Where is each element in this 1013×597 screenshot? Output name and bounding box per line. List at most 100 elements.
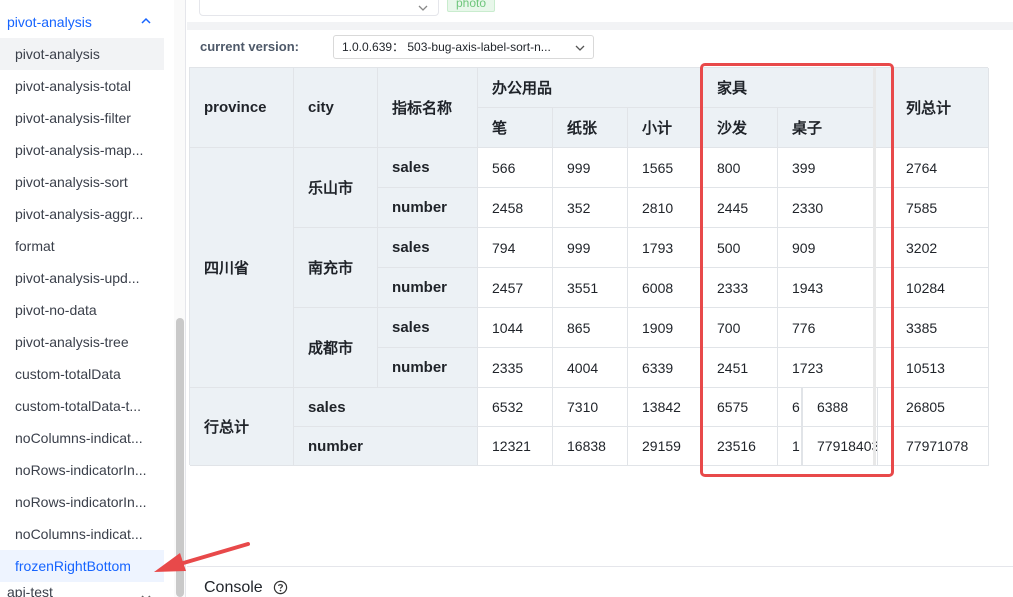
table-cell[interactable]: 999 [553, 148, 628, 188]
app-root: pivot-analysis pivot-analysis pivot-anal… [0, 0, 1013, 597]
sidebar-item-pivot-analysis-total[interactable]: pivot-analysis-total [0, 70, 164, 102]
table-total-cell[interactable]: 6532 [478, 388, 553, 427]
frozen-gap-cell [876, 348, 892, 388]
sidebar-item-norows-indicatorin-1[interactable]: noRows-indicatorIn... [0, 454, 164, 486]
sidebar-group-api-test[interactable]: api-test [0, 584, 164, 597]
header-paper[interactable]: 纸张 [553, 108, 628, 148]
row-header-province[interactable]: 四川省 [190, 148, 294, 388]
sidebar-item-custom-totaldata[interactable]: custom-totalData [0, 358, 164, 390]
sidebar-item-label: pivot-analysis-map... [15, 142, 144, 158]
table-cell[interactable]: 2764 [892, 148, 989, 188]
sidebar-item-pivot-analysis-map[interactable]: pivot-analysis-map... [0, 134, 164, 166]
header-grand-total[interactable]: 列总计 [892, 68, 989, 148]
table-cell[interactable]: 6008 [628, 268, 703, 308]
table-total-cell[interactable]: 6388 [802, 388, 878, 427]
row-header-total-indicator[interactable]: number [294, 427, 478, 466]
header-sofa[interactable]: 沙发 [703, 108, 778, 148]
sidebar-group-pivot-analysis[interactable]: pivot-analysis [0, 6, 164, 38]
row-header-indicator[interactable]: sales [378, 228, 478, 268]
table-cell[interactable]: 6339 [628, 348, 703, 388]
top-select[interactable] [199, 0, 439, 16]
table-total-cell[interactable]: 12321 [478, 427, 553, 466]
table-total-cell[interactable]: 13842 [628, 388, 703, 427]
table-cell[interactable]: 2457 [478, 268, 553, 308]
help-circle-icon[interactable] [273, 580, 288, 595]
table-cell[interactable]: 700 [703, 308, 778, 348]
header-city[interactable]: city [294, 68, 378, 148]
sidebar-item-custom-totaldata-t[interactable]: custom-totalData-t... [0, 390, 164, 422]
table-total-cell[interactable]: 77918403 [802, 427, 878, 466]
header-furniture[interactable]: 家具 [703, 68, 876, 108]
table-cell[interactable]: 1909 [628, 308, 703, 348]
row-header-indicator[interactable]: sales [378, 308, 478, 348]
sidebar-item-pivot-analysis-aggr[interactable]: pivot-analysis-aggr... [0, 198, 164, 230]
row-header-row-total[interactable]: 行总计 [190, 388, 294, 466]
table-cell[interactable]: 1943 [778, 268, 876, 308]
table-total-cell[interactable]: 23516 [703, 427, 778, 466]
header-province[interactable]: province [190, 68, 294, 148]
header-pen[interactable]: 笔 [478, 108, 553, 148]
table-cell[interactable]: 1565 [628, 148, 703, 188]
sidebar-item-format[interactable]: format [0, 230, 164, 262]
table-total-cell[interactable]: 7310 [553, 388, 628, 427]
table-cell[interactable]: 2333 [703, 268, 778, 308]
table-total-cell[interactable]: 6575 [703, 388, 778, 427]
table-cell[interactable]: 4004 [553, 348, 628, 388]
table-cell[interactable]: 3385 [892, 308, 989, 348]
table-cell[interactable]: 2810 [628, 188, 703, 228]
table-cell[interactable]: 3551 [553, 268, 628, 308]
header-subtotal[interactable]: 小计 [628, 108, 703, 148]
table-cell[interactable]: 10513 [892, 348, 989, 388]
table-cell[interactable]: 909 [778, 228, 876, 268]
table-cell[interactable]: 1044 [478, 308, 553, 348]
table-cell[interactable]: 800 [703, 148, 778, 188]
table-cell[interactable]: 794 [478, 228, 553, 268]
table-total-cell[interactable]: 26805 [892, 388, 989, 427]
sidebar-item-nocolumns-indicat-2[interactable]: noColumns-indicat... [0, 518, 164, 550]
table-total-cell[interactable]: 29159 [628, 427, 703, 466]
table-total-cell[interactable]: 6 [778, 388, 802, 427]
sidebar-item-norows-indicatorin-2[interactable]: noRows-indicatorIn... [0, 486, 164, 518]
sidebar-item-label: pivot-analysis-tree [15, 334, 129, 350]
table-total-cell[interactable]: 77971078 [892, 427, 989, 466]
table-cell[interactable]: 352 [553, 188, 628, 228]
table-cell[interactable]: 2335 [478, 348, 553, 388]
sidebar-item-nocolumns-indicat-1[interactable]: noColumns-indicat... [0, 422, 164, 454]
table-cell[interactable]: 2458 [478, 188, 553, 228]
row-header-city[interactable]: 南充市 [294, 228, 378, 308]
sidebar-item-pivot-analysis-filter[interactable]: pivot-analysis-filter [0, 102, 164, 134]
sidebar-item-pivot-analysis-sort[interactable]: pivot-analysis-sort [0, 166, 164, 198]
row-header-total-indicator[interactable]: sales [294, 388, 478, 427]
sidebar-item-frozenrightbottom[interactable]: frozenRightBottom [0, 550, 164, 582]
table-cell[interactable]: 865 [553, 308, 628, 348]
table-cell[interactable]: 3202 [892, 228, 989, 268]
table-cell[interactable]: 999 [553, 228, 628, 268]
table-cell[interactable]: 2451 [703, 348, 778, 388]
table-cell[interactable]: 2330 [778, 188, 876, 228]
row-header-city[interactable]: 乐山市 [294, 148, 378, 228]
row-header-indicator[interactable]: sales [378, 148, 478, 188]
table-total-cell[interactable]: 16838 [553, 427, 628, 466]
row-header-indicator[interactable]: number [378, 268, 478, 308]
table-total-cell[interactable]: 1 [778, 427, 802, 466]
table-cell[interactable]: 566 [478, 148, 553, 188]
table-cell[interactable]: 7585 [892, 188, 989, 228]
table-cell[interactable]: 500 [703, 228, 778, 268]
row-header-indicator[interactable]: number [378, 188, 478, 228]
table-cell[interactable]: 1793 [628, 228, 703, 268]
sidebar-item-pivot-analysis[interactable]: pivot-analysis [0, 38, 164, 70]
header-indicator[interactable]: 指标名称 [378, 68, 478, 148]
table-cell[interactable]: 10284 [892, 268, 989, 308]
sidebar-item-pivot-analysis-upd[interactable]: pivot-analysis-upd... [0, 262, 164, 294]
row-header-city[interactable]: 成都市 [294, 308, 378, 388]
header-office-supplies[interactable]: 办公用品 [478, 68, 703, 108]
table-cell[interactable]: 776 [778, 308, 876, 348]
version-select[interactable]: 1.0.0.639： 503-bug-axis-label-sort-n... [333, 35, 594, 59]
table-cell[interactable]: 1723 [778, 348, 876, 388]
table-cell[interactable]: 399 [778, 148, 876, 188]
table-cell[interactable]: 2445 [703, 188, 778, 228]
sidebar-item-pivot-no-data[interactable]: pivot-no-data [0, 294, 164, 326]
header-desk[interactable]: 桌子 [778, 108, 876, 148]
row-header-indicator[interactable]: number [378, 348, 478, 388]
sidebar-item-pivot-analysis-tree[interactable]: pivot-analysis-tree [0, 326, 164, 358]
